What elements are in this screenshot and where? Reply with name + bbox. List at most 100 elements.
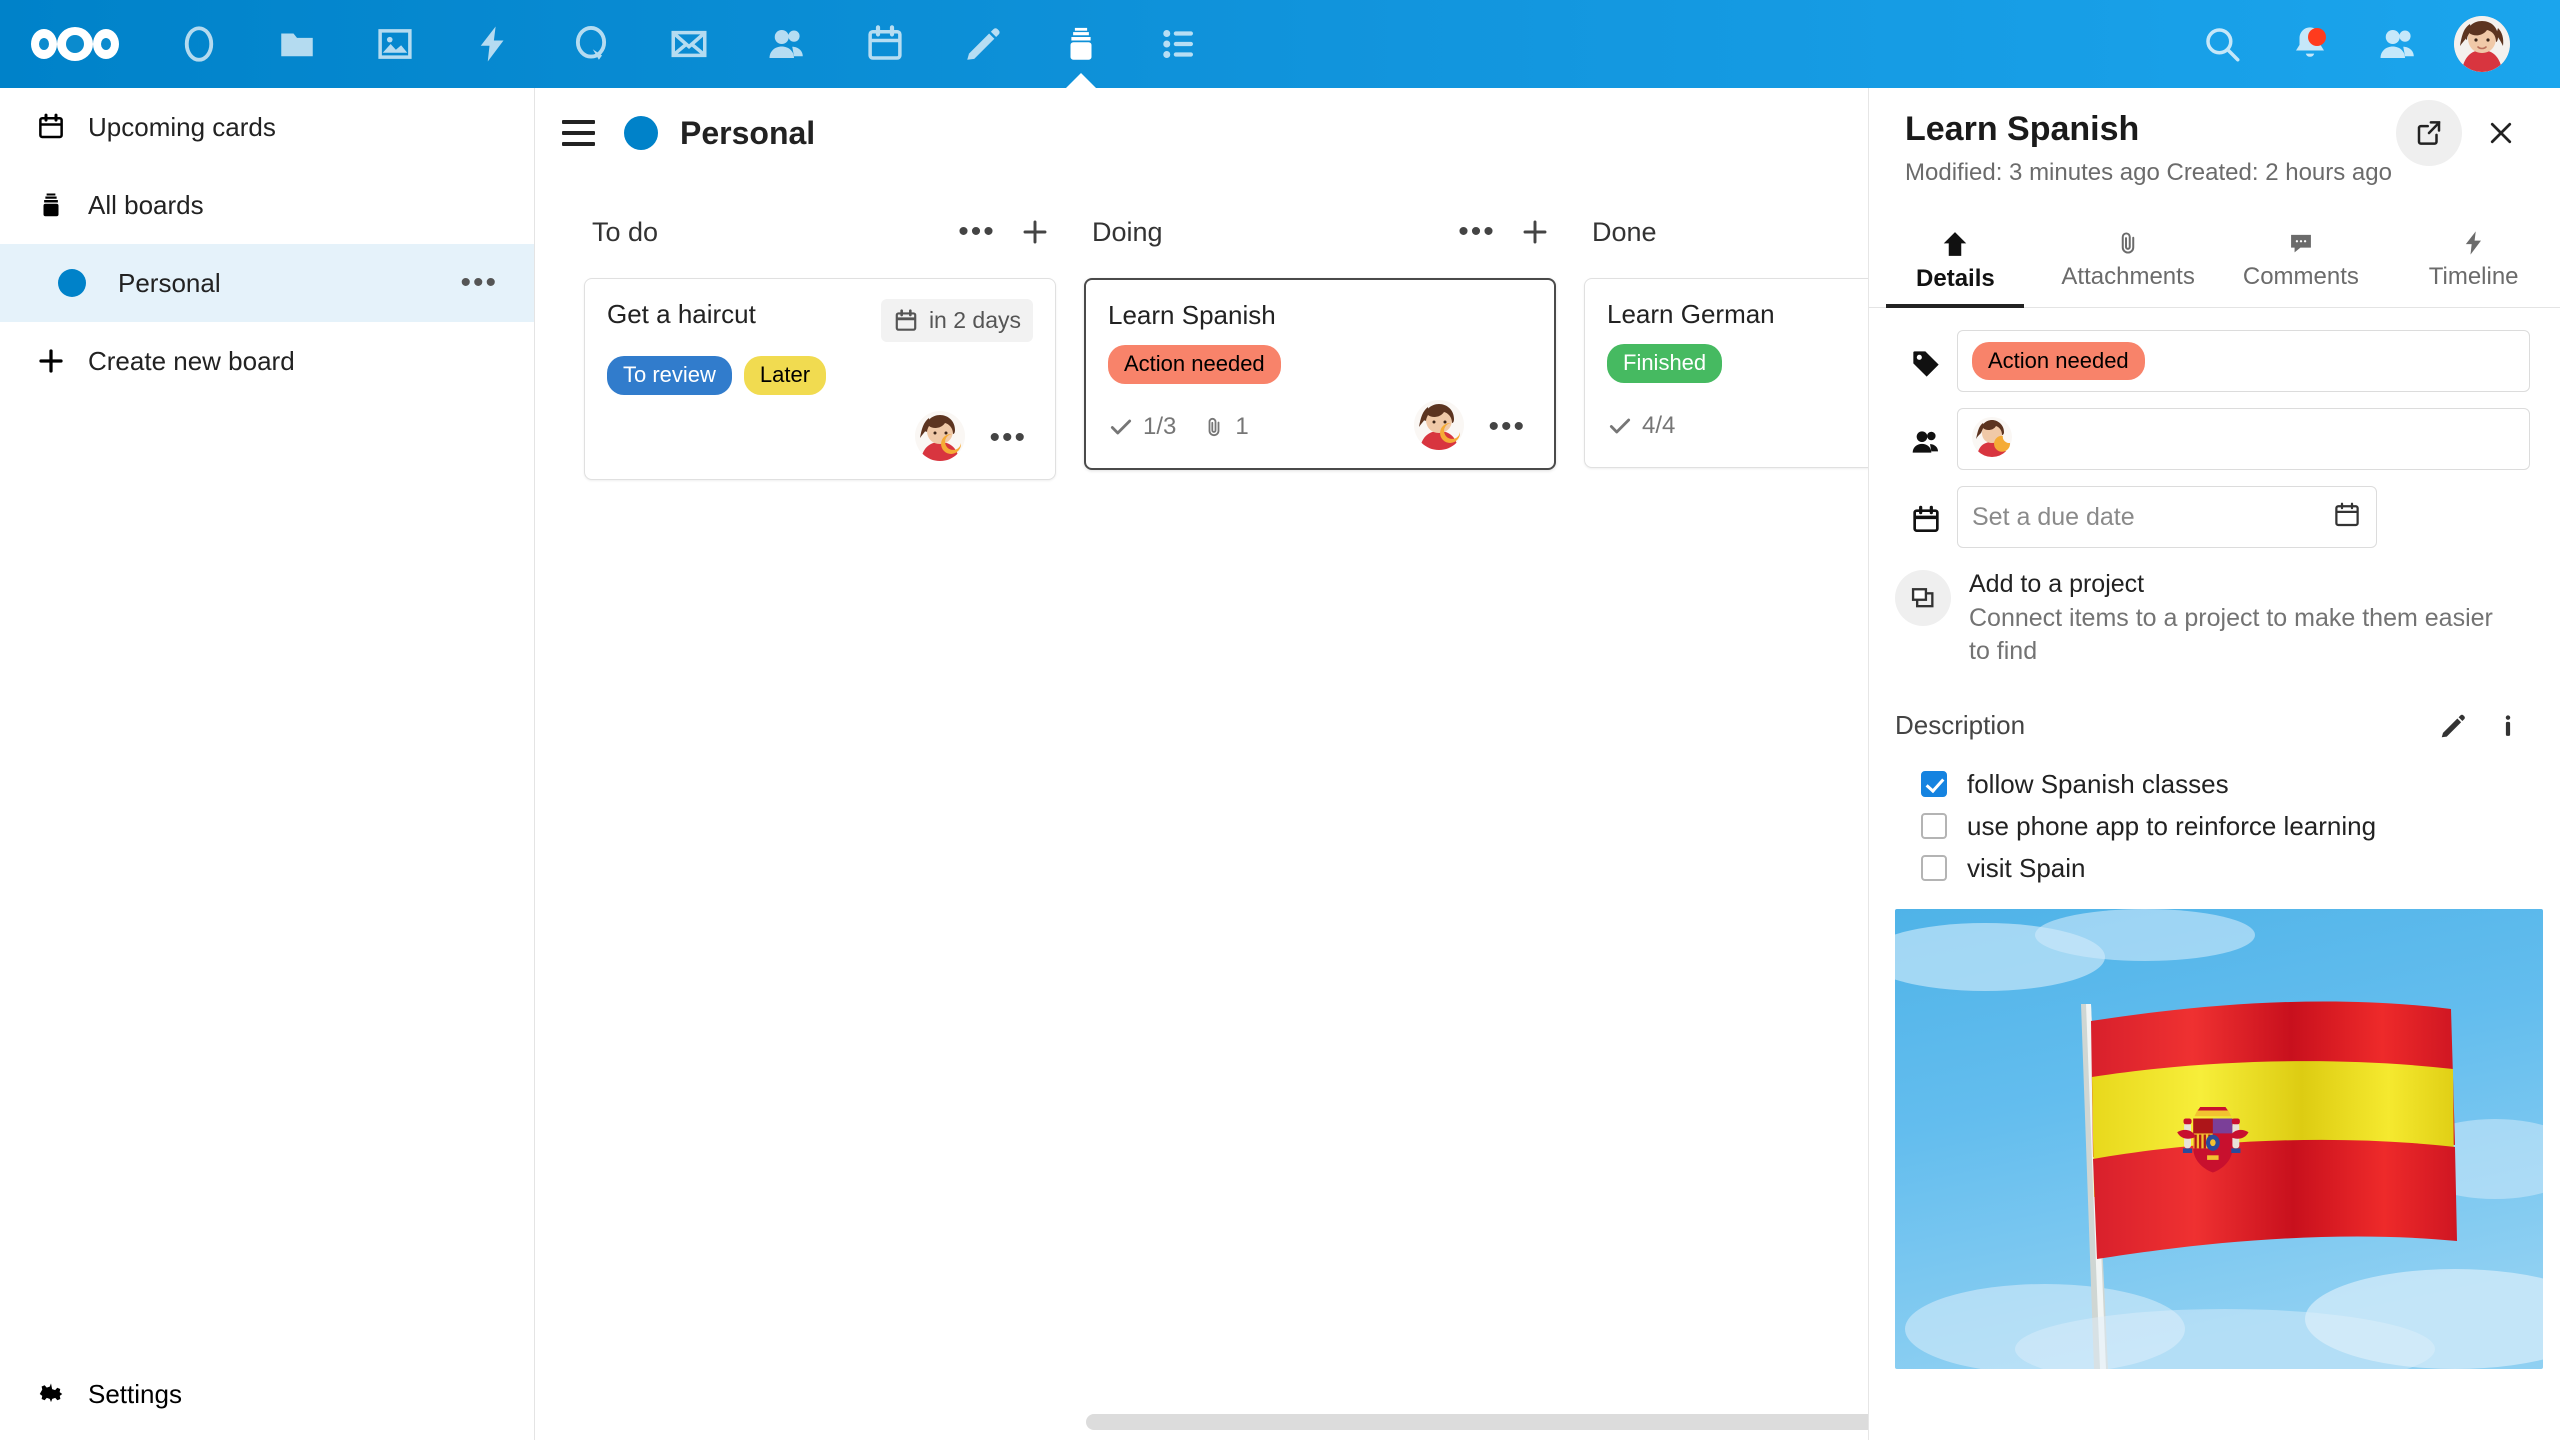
panel-actions	[2396, 100, 2534, 166]
checklist-item-label: use phone app to reinforce learning	[1967, 810, 2377, 841]
tag-later: Later	[743, 356, 827, 395]
external-link-icon[interactable]	[2396, 100, 2462, 166]
due-date-field-row: Set a due date	[1895, 486, 2530, 548]
nav-app-mail[interactable]	[640, 0, 738, 88]
close-icon[interactable]	[2468, 100, 2534, 166]
checklist-item[interactable]: use phone app to reinforce learning	[1895, 805, 2530, 847]
checklist-stat: 4/4	[1607, 412, 1675, 440]
card-tags: Action needed	[1108, 345, 1532, 384]
due-date-badge: in 2 days	[880, 299, 1033, 342]
project-description: Connect items to a project to make them …	[1969, 604, 2493, 665]
column-menu-icon[interactable]: •••	[948, 203, 1006, 261]
tab-attachments[interactable]: Attachments	[2042, 215, 2215, 307]
sidebar-item-settings[interactable]: Settings	[0, 1348, 534, 1440]
nav-app-talk[interactable]	[542, 0, 640, 88]
column-title: To do	[592, 216, 659, 247]
assignees-field-row	[1895, 408, 2530, 470]
tags-input[interactable]: Action needed	[1957, 330, 2530, 392]
date-picker-icon[interactable]	[2332, 500, 2362, 535]
tab-label: Comments	[2242, 263, 2359, 290]
card-learn-spanish[interactable]: Learn Spanish Action needed 1/3 1 •••	[1084, 278, 1556, 470]
info-icon[interactable]	[2494, 712, 2522, 740]
horizontal-scrollbar[interactable]	[1086, 1414, 2246, 1430]
lightning-icon	[2465, 231, 2481, 255]
sidebar-item-label: Upcoming cards	[88, 111, 276, 142]
paperclip-icon	[1208, 417, 1220, 436]
description-header: Description	[1895, 710, 2530, 741]
add-to-project-row[interactable]: Add to a project Connect items to a proj…	[1895, 570, 2530, 668]
board-color-dot	[58, 269, 86, 297]
nextcloud-logo[interactable]	[0, 27, 150, 61]
tab-comments[interactable]: Comments	[2215, 215, 2388, 307]
sidebar-item-board-personal[interactable]: Personal •••	[0, 244, 534, 322]
calendar-icon	[1895, 486, 1957, 536]
project-icon	[1895, 570, 1951, 626]
nav-app-dashboard[interactable]	[150, 0, 248, 88]
checklist-item[interactable]: follow Spanish classes	[1895, 763, 2530, 805]
project-title: Add to a project	[1969, 570, 2145, 598]
column-title: Done	[1592, 216, 1657, 247]
nav-app-photos[interactable]	[346, 0, 444, 88]
tab-label: Attachments	[2061, 263, 2195, 290]
paperclip-icon	[2121, 232, 2135, 254]
description-checklist: follow Spanish classes use phone app to …	[1895, 763, 2530, 889]
nav-app-deck[interactable]	[1032, 0, 1130, 88]
assignee-avatar	[1972, 417, 2016, 461]
tab-timeline[interactable]: Timeline	[2387, 215, 2560, 307]
nav-app-activity[interactable]	[444, 0, 542, 88]
sidebar-item-create-new-board[interactable]: Create new board	[0, 322, 534, 400]
board-menu-icon[interactable]: •••	[460, 268, 498, 298]
pencil-icon[interactable]	[2438, 711, 2468, 741]
nav-app-calendar[interactable]	[836, 0, 934, 88]
nav-app-contacts[interactable]	[738, 0, 836, 88]
assignees-input[interactable]	[1957, 408, 2530, 470]
nav-app-notes[interactable]	[934, 0, 1032, 88]
user-avatar[interactable]	[2442, 0, 2522, 88]
column-add-card-icon[interactable]	[1006, 203, 1064, 261]
tab-details[interactable]: Details	[1869, 215, 2042, 308]
notifications-bell-icon[interactable]	[2266, 0, 2354, 88]
sidebar-item-upcoming-cards[interactable]: Upcoming cards	[0, 88, 534, 166]
tag-to-review: To review	[607, 356, 732, 395]
card-title: Learn German	[1607, 299, 1775, 329]
column-to-do: To do ••• Get a haircut in 2 days To rev…	[570, 196, 1070, 1440]
card-details-panel: Learn Spanish Modified: 3 minutes ago Cr…	[1868, 88, 2560, 1440]
hamburger-menu-icon[interactable]	[556, 120, 610, 146]
card-assignee-avatar[interactable]	[1414, 399, 1468, 454]
nav-app-files[interactable]	[248, 0, 346, 88]
column-add-card-icon[interactable]	[1506, 203, 1564, 261]
checklist-item-label: follow Spanish classes	[1967, 768, 2229, 799]
checkbox[interactable]	[1921, 855, 1947, 881]
checklist-item[interactable]: visit Spain	[1895, 847, 2530, 889]
contacts-menu-icon[interactable]	[2354, 0, 2442, 88]
board-color-dot	[624, 116, 658, 150]
due-date-input[interactable]: Set a due date	[1957, 486, 2377, 548]
comment-icon	[2290, 234, 2311, 253]
checkbox[interactable]	[1921, 771, 1947, 797]
card-menu-icon[interactable]: •••	[1482, 411, 1532, 442]
sidebar-settings-label: Settings	[88, 1378, 182, 1409]
tag-icon	[1895, 330, 1957, 380]
home-icon	[1944, 232, 1967, 256]
sidebar-item-all-boards[interactable]: All boards	[0, 166, 534, 244]
nav-app-tasks[interactable]	[1130, 0, 1228, 88]
due-date-placeholder: Set a due date	[1972, 502, 2135, 531]
tag-finished: Finished	[1607, 344, 1723, 383]
calendar-icon	[22, 112, 80, 142]
nav-right-actions	[2178, 0, 2560, 88]
checkbox[interactable]	[1921, 813, 1947, 839]
search-icon[interactable]	[2178, 0, 2266, 88]
card-assignee-avatar[interactable]	[915, 410, 969, 465]
column-menu-icon[interactable]: •••	[1448, 203, 1506, 261]
card-menu-icon[interactable]: •••	[983, 422, 1033, 453]
card-stats: 4/4	[1607, 412, 1675, 440]
panel-header: Learn Spanish Modified: 3 minutes ago Cr…	[1869, 88, 2560, 187]
app-icon-list	[150, 0, 1228, 88]
column-header: Doing •••	[1070, 196, 1570, 268]
card-get-a-haircut[interactable]: Get a haircut in 2 days To review Later	[584, 278, 1056, 480]
tag-action-needed: Action needed	[1108, 345, 1281, 384]
card-title: Learn Spanish	[1108, 300, 1276, 330]
sidebar-item-label: Create new board	[88, 345, 295, 376]
checklist-stat: 1/3	[1108, 413, 1176, 441]
checklist-item-label: visit Spain	[1967, 852, 2086, 883]
